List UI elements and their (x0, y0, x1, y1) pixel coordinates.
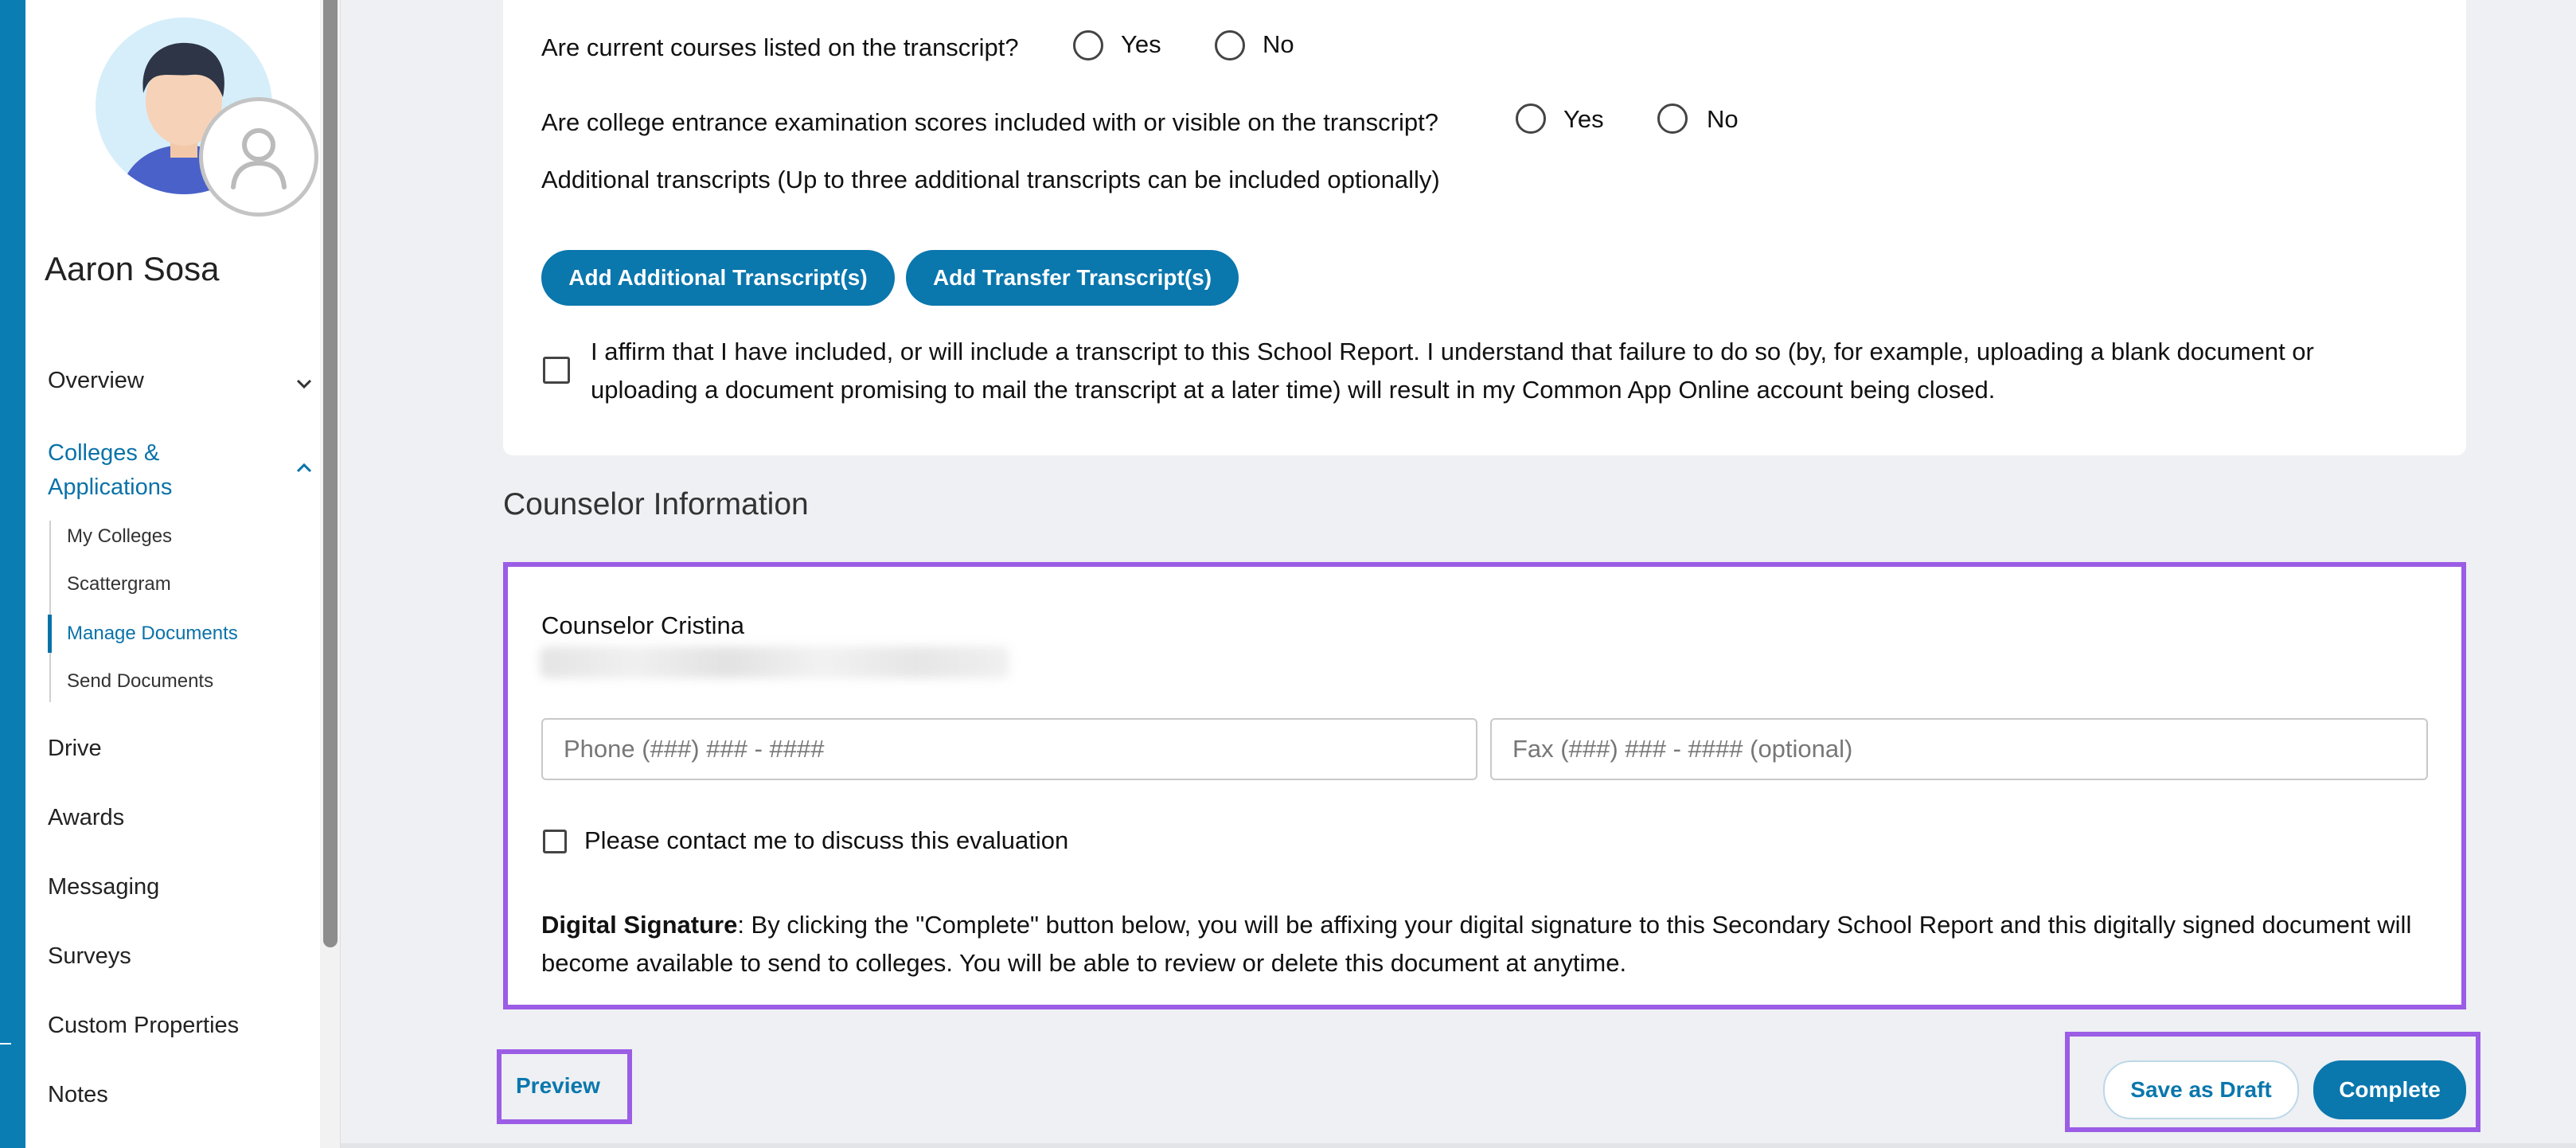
sidebar-scrollbar-thumb[interactable] (323, 0, 338, 947)
sidebar-item-my-colleges[interactable]: My Colleges (67, 525, 172, 548)
nav-notes[interactable]: Notes (48, 1082, 108, 1108)
profile-badge[interactable] (199, 97, 318, 217)
page-bottom-edge (341, 1143, 2576, 1148)
additional-transcripts-note: Additional transcripts (Up to three addi… (541, 166, 1440, 193)
sidebar-item-scattergram[interactable]: Scattergram (67, 573, 171, 595)
counselor-name: Counselor Cristina (541, 611, 744, 639)
user-name: Aaron Sosa (45, 250, 220, 287)
radio-exam-scores-no[interactable] (1657, 103, 1688, 134)
chevron-up-icon[interactable] (293, 457, 315, 479)
save-as-draft-button[interactable]: Save as Draft (2103, 1060, 2299, 1119)
radio-label-yes: Yes (1121, 30, 1161, 58)
radio-label-no: No (1263, 30, 1294, 58)
question-exam-scores: Are college entrance examination scores … (541, 108, 1438, 136)
user-outline-icon (231, 128, 287, 189)
add-additional-transcript-button[interactable]: Add Additional Transcript(s) (541, 250, 895, 306)
add-transfer-transcript-button[interactable]: Add Transfer Transcript(s) (906, 250, 1239, 306)
digital-signature-text: Digital Signature: By clicking the "Comp… (541, 906, 2436, 982)
nav-drive[interactable]: Drive (48, 736, 102, 762)
rail-marker (0, 1043, 11, 1045)
subnav-active-indicator (48, 615, 52, 653)
affirm-text: I affirm that I have included, or will i… (591, 338, 2314, 404)
contact-me-label: Please contact me to discuss this evalua… (584, 826, 1069, 854)
nav-colleges-line1: Colleges & (48, 440, 160, 466)
radio-label-no: No (1707, 105, 1739, 133)
nav-surveys[interactable]: Surveys (48, 943, 131, 970)
section-title-counselor: Counselor Information (503, 487, 809, 521)
radio-current-courses-no[interactable] (1215, 30, 1245, 61)
nav-colleges-applications[interactable]: Colleges & Applications (48, 436, 172, 505)
sidebar-item-manage-documents[interactable]: Manage Documents (67, 623, 238, 645)
digital-signature-label: Digital Signature (541, 911, 738, 939)
fax-input[interactable] (1490, 718, 2428, 780)
nav-custom-properties[interactable]: Custom Properties (48, 1013, 239, 1039)
contact-me-checkbox[interactable] (543, 830, 567, 853)
complete-button[interactable]: Complete (2313, 1060, 2466, 1119)
app-left-rail (0, 0, 25, 1148)
question-current-courses: Are current courses listed on the transc… (541, 33, 1019, 61)
nav-awards[interactable]: Awards (48, 805, 124, 831)
radio-current-courses-yes[interactable] (1073, 30, 1103, 61)
redacted-email (540, 646, 1009, 678)
nav-overview[interactable]: Overview (48, 368, 144, 394)
radio-label-yes: Yes (1563, 105, 1604, 133)
nav-messaging[interactable]: Messaging (48, 874, 159, 900)
sidebar-item-send-documents[interactable]: Send Documents (67, 670, 213, 693)
nav-colleges-line2: Applications (48, 474, 173, 500)
affirm-checkbox[interactable] (543, 357, 570, 384)
digital-signature-body: : By clicking the "Complete" button belo… (541, 911, 2412, 977)
subnav-guide-line (49, 521, 51, 702)
chevron-down-icon[interactable] (293, 373, 315, 395)
phone-input[interactable] (541, 718, 1477, 780)
preview-link[interactable]: Preview (516, 1073, 600, 1099)
radio-exam-scores-yes[interactable] (1516, 103, 1546, 134)
